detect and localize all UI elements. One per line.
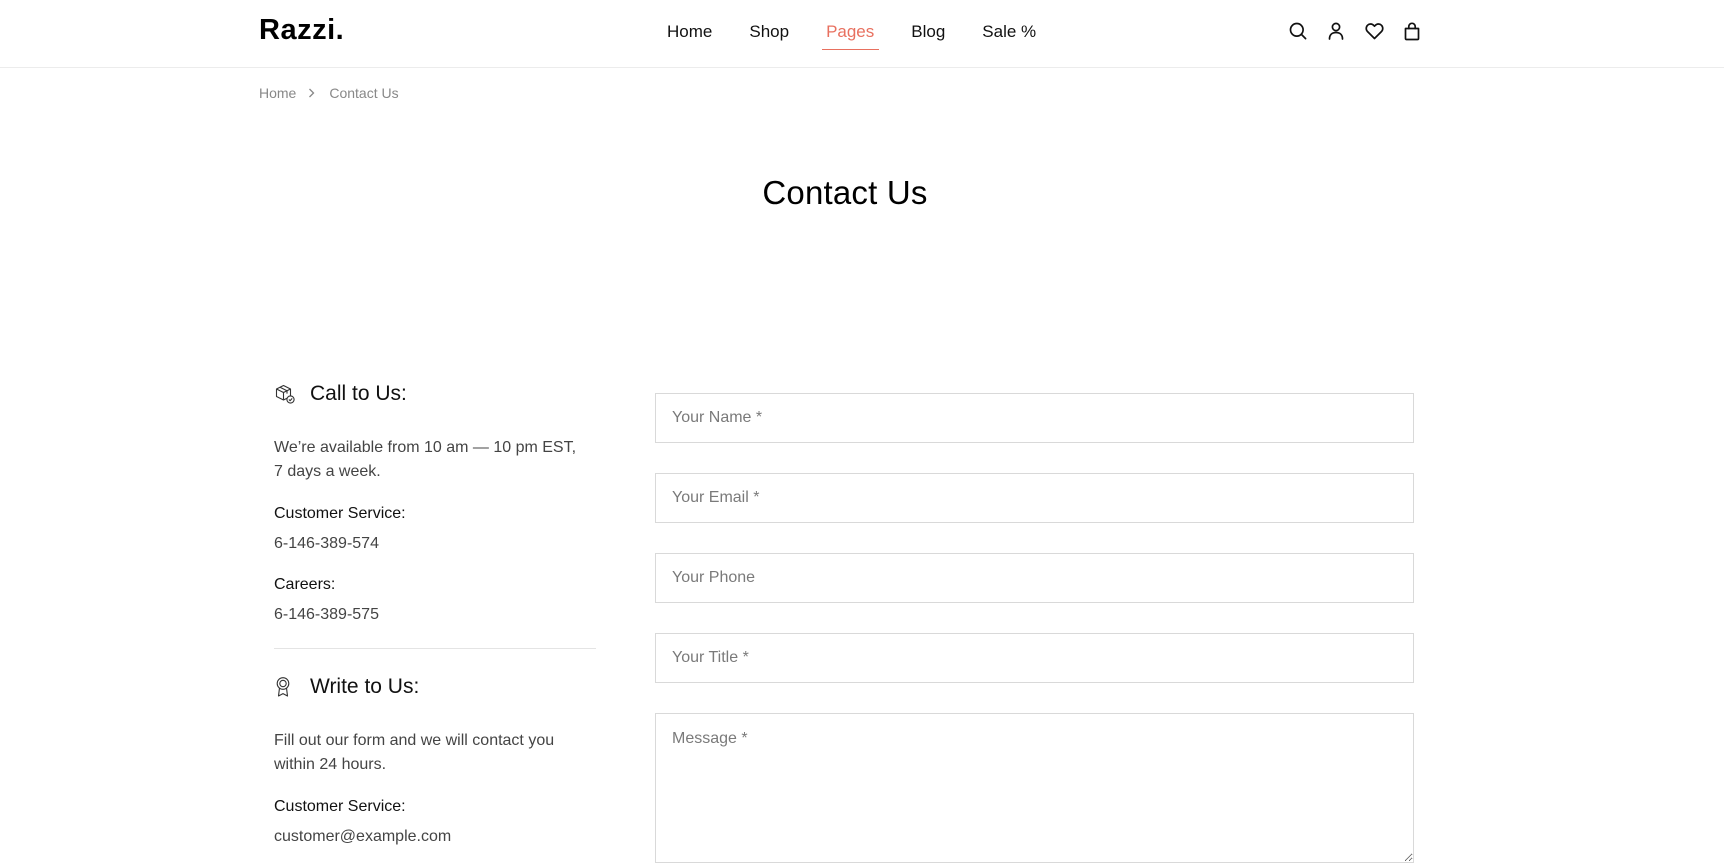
chevron-right-icon — [308, 88, 315, 98]
info-divider — [274, 648, 596, 649]
write-customer-service-label: Customer Service: — [274, 798, 406, 815]
phone-input[interactable] — [655, 553, 1414, 603]
call-availability-line1: We’re available from 10 am — 10 pm EST, — [274, 439, 577, 456]
nav-item-sale[interactable]: Sale % — [982, 20, 1039, 46]
shopping-bag-icon[interactable] — [1402, 20, 1422, 42]
call-heading: Call to Us: — [310, 382, 407, 405]
user-icon[interactable] — [1326, 20, 1346, 42]
heart-icon[interactable] — [1364, 20, 1384, 42]
nav-item-blog[interactable]: Blog — [911, 20, 948, 46]
search-icon[interactable] — [1288, 20, 1308, 42]
nav-item-home[interactable]: Home — [667, 20, 715, 46]
breadcrumb-home[interactable]: Home — [259, 85, 296, 101]
write-heading-row: Write to Us: — [274, 673, 419, 701]
main-nav: Home Shop Pages Blog Sale % — [667, 20, 1073, 50]
write-customer-service-email[interactable]: customer@example.com — [274, 828, 451, 846]
call-heading-row: Call to Us: — [274, 380, 407, 408]
name-input[interactable] — [655, 393, 1414, 443]
nav-item-shop[interactable]: Shop — [749, 20, 792, 46]
site-header: Razzi. Home Shop Pages Blog Sale % — [0, 0, 1724, 68]
write-text-line2: within 24 hours. — [274, 756, 387, 773]
careers-label: Careers: — [274, 576, 336, 593]
header-actions — [1288, 20, 1422, 42]
page-title: Contact Us — [762, 174, 928, 211]
write-heading: Write to Us: — [310, 675, 420, 698]
call-availability-line2: 7 days a week. — [274, 463, 381, 480]
breadcrumb-current: Contact Us — [329, 85, 399, 101]
breadcrumb: Home Contact Us — [259, 85, 399, 101]
write-text-line1: Fill out our form and we will contact yo… — [274, 732, 555, 749]
site-logo[interactable]: Razzi. — [259, 14, 344, 47]
email-input[interactable] — [655, 473, 1414, 523]
call-customer-service-label: Customer Service: — [274, 505, 406, 522]
call-customer-service-phone: 6-146-389-574 — [274, 535, 379, 552]
careers-phone: 6-146-389-575 — [274, 606, 379, 623]
title-input[interactable] — [655, 633, 1414, 683]
message-textarea[interactable] — [655, 713, 1414, 863]
award-badge-icon — [274, 676, 296, 698]
nav-item-pages[interactable]: Pages — [822, 20, 880, 50]
package-icon — [274, 383, 296, 405]
